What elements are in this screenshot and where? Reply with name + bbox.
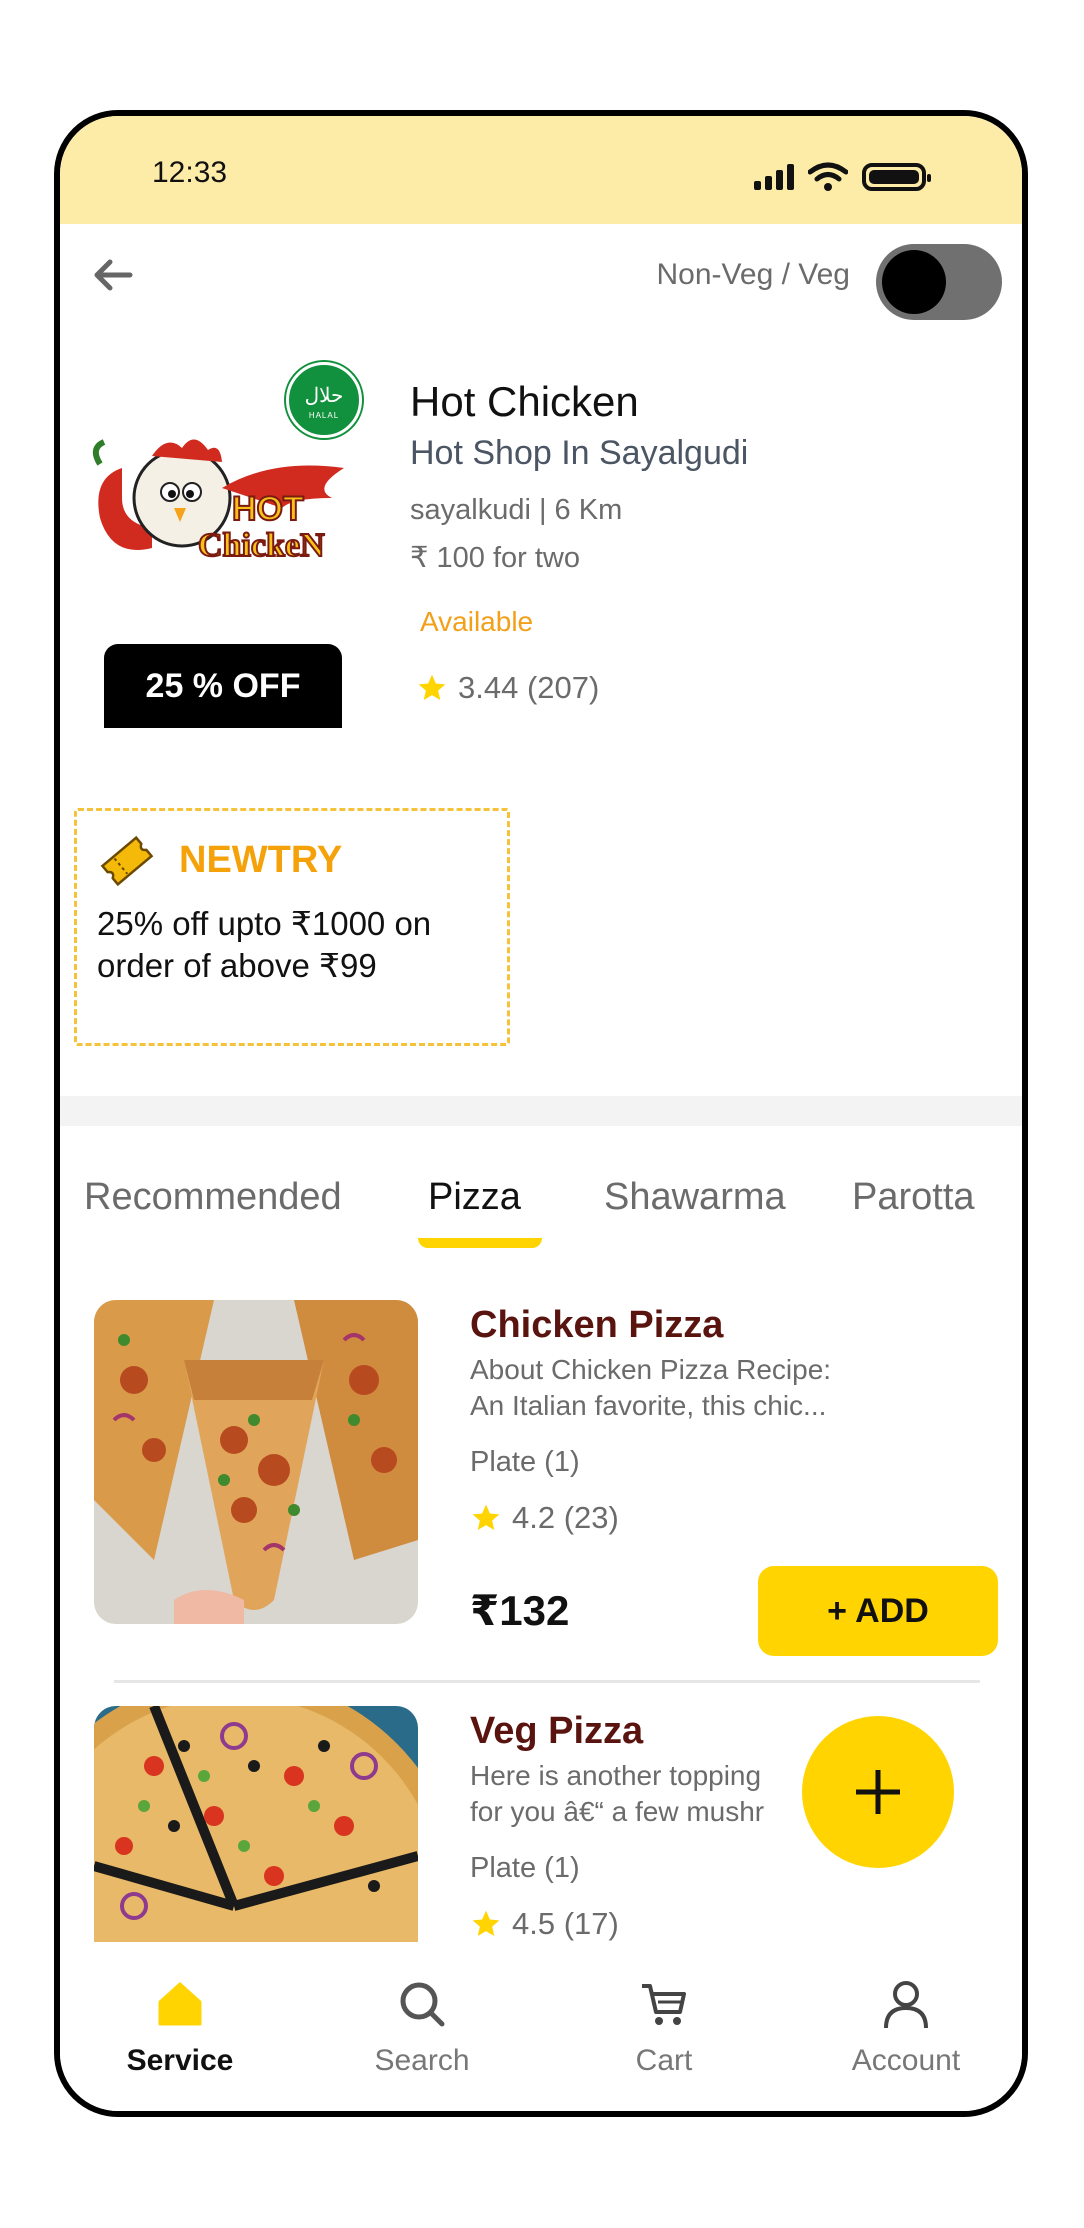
category-tabs: Recommended Pizza Shawarma Parotta — [60, 1176, 1022, 1256]
nav-label-account: Account — [851, 2044, 961, 2077]
add-to-cart-button[interactable]: + ADD — [758, 1566, 998, 1656]
logo-text-line2: ChickeN — [198, 527, 325, 564]
shop-location: sayalkudi | 6 Km — [410, 494, 623, 526]
item-description-line2: An Italian favorite, this chic... — [470, 1390, 827, 1421]
toggle-knob — [882, 250, 946, 314]
phone-frame: 12:33 Non-Veg / Veg حلال HALAL HOT Chick… — [54, 110, 1028, 2117]
discount-badge: 25 % OFF — [104, 644, 342, 728]
cart-icon — [642, 1984, 686, 2025]
halal-arabic: حلال — [304, 383, 344, 407]
floating-add-button[interactable] — [802, 1716, 954, 1868]
logo-text-line1: HOT — [232, 490, 304, 528]
shop-name: Hot Chicken — [410, 378, 639, 425]
active-tab-indicator — [418, 1238, 542, 1248]
search-icon — [400, 1982, 445, 2027]
top-bar: Non-Veg / Veg — [60, 224, 1022, 324]
coupon-card[interactable]: NEWTRY 25% off upto ₹1000 on order of ab… — [74, 808, 510, 1046]
item-quantity: Plate (1) — [470, 1852, 580, 1884]
status-time: 12:33 — [152, 156, 228, 189]
item-title[interactable]: Chicken Pizza — [470, 1304, 723, 1347]
tab-parotta[interactable]: Parotta — [852, 1176, 975, 1219]
tab-recommended[interactable]: Recommended — [84, 1176, 342, 1219]
tab-shawarma[interactable]: Shawarma — [604, 1176, 786, 1219]
shop-rating: 3.44 (207) — [416, 670, 599, 706]
nav-label-cart: Cart — [635, 2044, 693, 2077]
halal-text: HALAL — [308, 411, 340, 420]
shop-subtitle: Hot Shop In Sayalgudi — [410, 434, 749, 472]
veg-pizza-image — [94, 1706, 418, 1942]
nav-label-search: Search — [374, 2044, 470, 2077]
item-title[interactable]: Veg Pizza — [470, 1710, 643, 1753]
nav-label-service: Service — [126, 2044, 234, 2077]
halal-badge: حلال HALAL — [286, 362, 362, 438]
nav-item-account[interactable]: Account — [806, 1948, 1006, 2108]
nav-item-search[interactable]: Search — [322, 1948, 522, 2108]
signal-icon — [754, 164, 794, 190]
hot-chicken-logo: HOT ChickeN — [92, 439, 344, 565]
item-description: About Chicken Pizza Recipe: An Italian f… — [470, 1352, 890, 1424]
veg-toggle-label: Non-Veg / Veg — [656, 258, 850, 291]
item-rating-text: 4.2 (23) — [512, 1500, 619, 1535]
status-bar: 12:33 — [60, 116, 1022, 224]
shop-price-for-two: ₹ 100 for two — [410, 542, 580, 574]
star-icon — [418, 674, 446, 700]
item-description-line1: About Chicken Pizza Recipe: — [470, 1354, 832, 1385]
shop-availability: Available — [420, 606, 534, 637]
item-rating: 4.5 (17) — [470, 1906, 619, 1942]
home-icon — [158, 1982, 202, 2026]
star-icon — [472, 1910, 500, 1936]
battery-icon — [862, 163, 931, 191]
shop-rating-text: 3.44 (207) — [458, 670, 600, 705]
item-separator — [114, 1680, 980, 1683]
section-divider — [60, 1096, 1022, 1126]
back-arrow-icon[interactable] — [88, 250, 138, 300]
nav-item-cart[interactable]: Cart — [564, 1948, 764, 2108]
item-price: ₹132 — [470, 1587, 570, 1634]
veg-toggle[interactable] — [876, 244, 1002, 320]
star-icon — [472, 1504, 500, 1530]
status-icons — [754, 162, 931, 192]
menu-item: Chicken Pizza About Chicken Pizza Recipe… — [60, 1300, 1022, 1683]
wifi-icon — [808, 162, 848, 191]
item-rating: 4.2 (23) — [470, 1500, 619, 1536]
chicken-pizza-image — [94, 1300, 418, 1624]
bottom-nav: Service Search Cart Account — [60, 1948, 1022, 2111]
tab-pizza[interactable]: Pizza — [428, 1176, 521, 1219]
coupon-description: 25% off upto ₹1000 on order of above ₹99 — [97, 905, 432, 984]
account-icon — [884, 1981, 928, 2029]
item-quantity: Plate (1) — [470, 1446, 580, 1478]
nav-item-service[interactable]: Service — [80, 1948, 280, 2108]
ticket-icon — [100, 835, 154, 887]
coupon-code: NEWTRY — [179, 839, 343, 881]
item-rating-text: 4.5 (17) — [512, 1906, 619, 1941]
